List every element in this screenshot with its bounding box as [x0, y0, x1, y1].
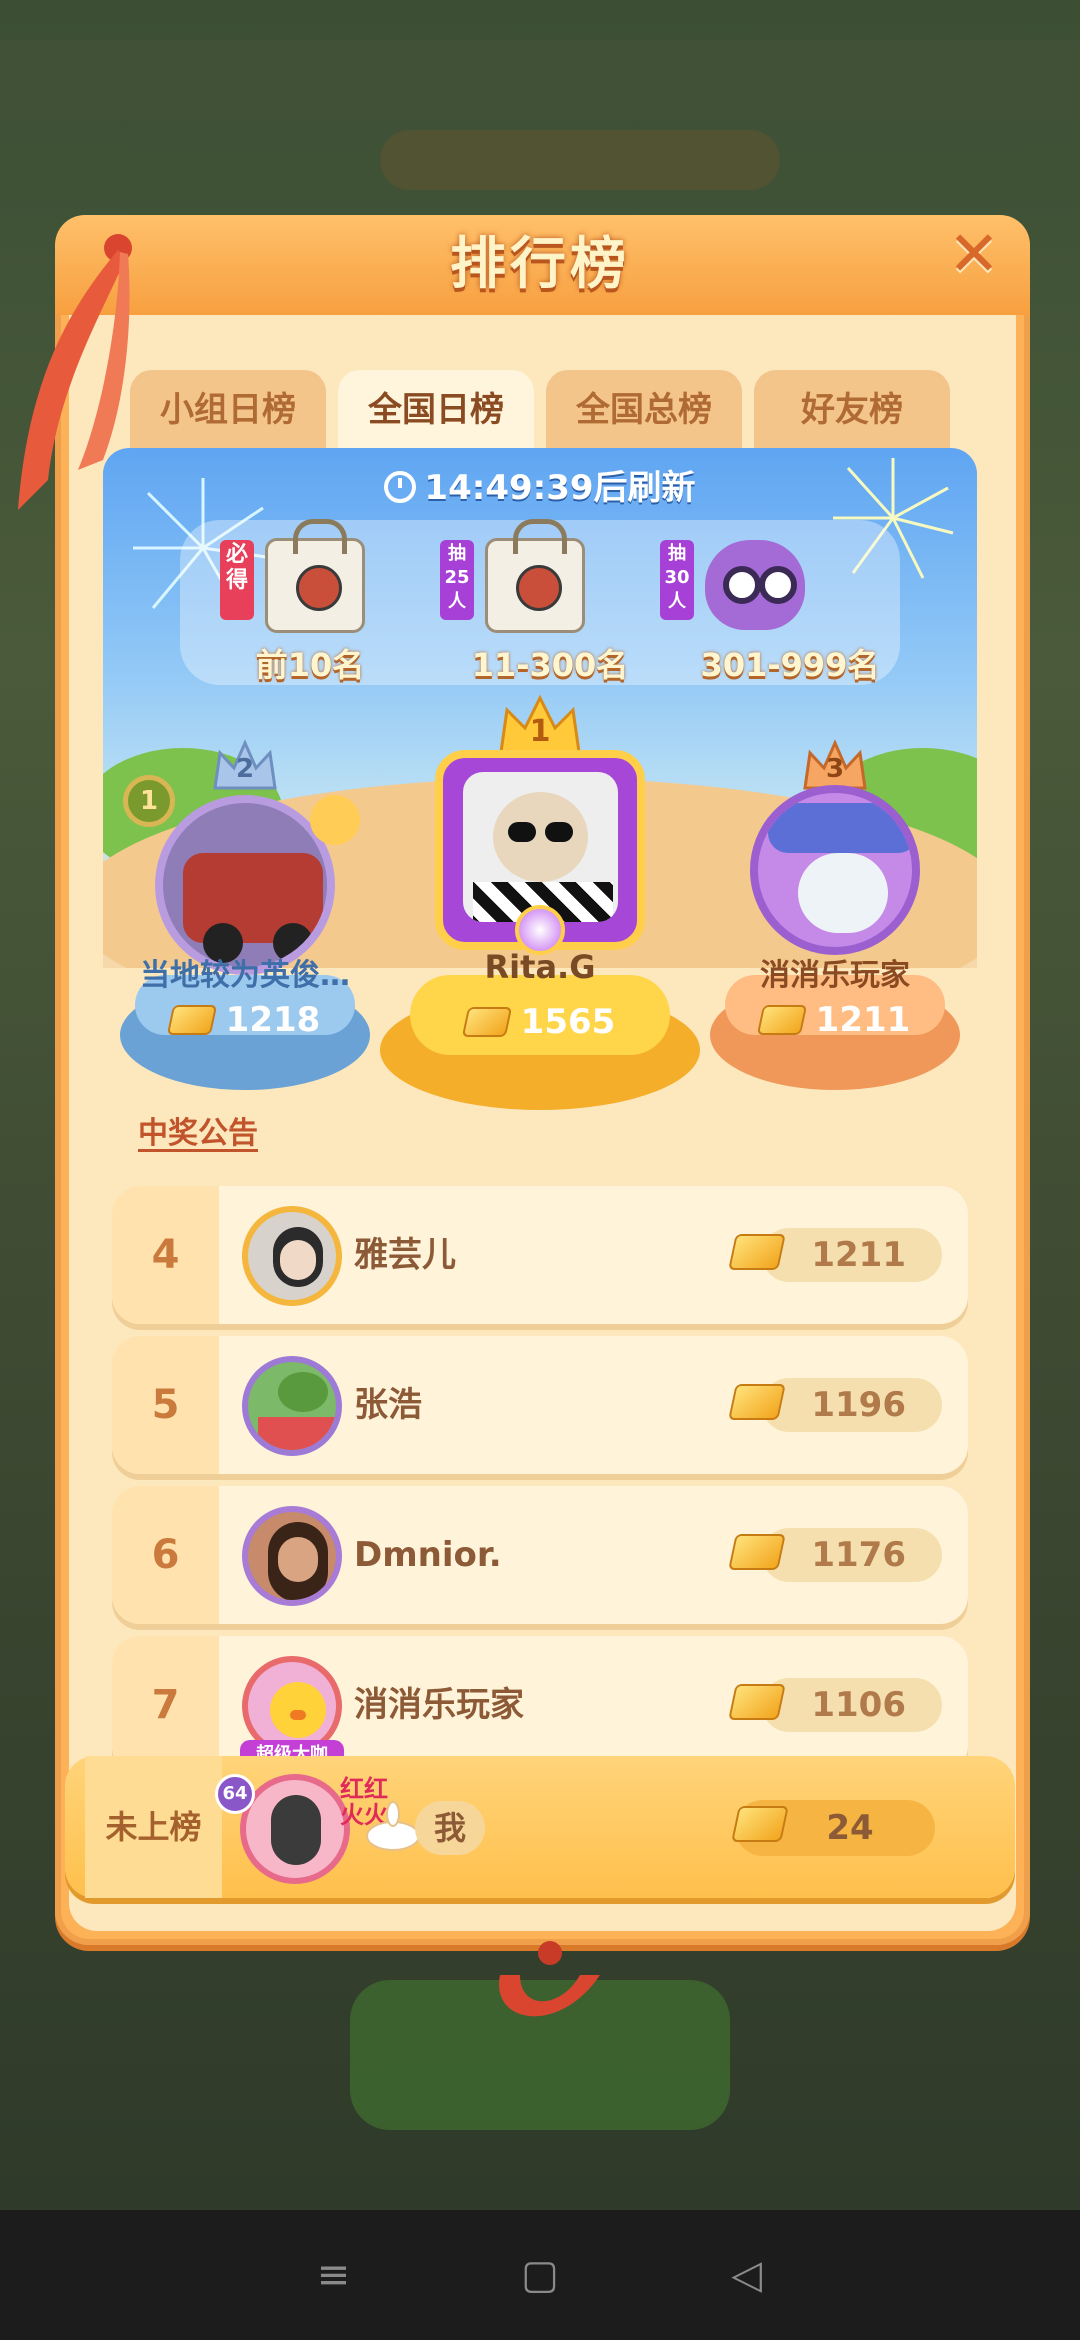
gold-bar-icon: [728, 1234, 786, 1270]
gold-bar-icon: [728, 1534, 786, 1570]
reward-tag: 必得: [220, 540, 254, 620]
sun-decoration-icon: [310, 795, 360, 845]
ribbon-knot-icon: [499, 1941, 600, 2017]
gold-bar-icon: [728, 1384, 786, 1420]
reward-label: 301-999名: [700, 646, 880, 684]
tab-friends[interactable]: 好友榜: [754, 370, 950, 450]
bunny-icon: [366, 1801, 420, 1851]
row-name: 消消乐玩家: [354, 1685, 524, 1725]
podium-score-value: 1218: [225, 1000, 321, 1040]
podium-rank: 1: [529, 714, 551, 749]
menu-icon[interactable]: ≡: [303, 2245, 363, 2305]
tab-national-daily[interactable]: 全国日榜: [338, 370, 534, 450]
owl-plush-icon: [705, 540, 805, 630]
row-score: 1196: [762, 1378, 942, 1432]
podium-score: 1218: [125, 1000, 365, 1040]
avatar: [750, 785, 920, 955]
podium-name: 消消乐玩家: [760, 958, 910, 993]
background-banner: [380, 130, 780, 190]
avatar: [240, 1774, 350, 1884]
reward-301-999[interactable]: 抽30人 301-999名: [660, 530, 880, 684]
row-rank: 7: [112, 1636, 219, 1774]
avatar: [242, 1206, 342, 1306]
reward-label: 11-300名: [471, 646, 629, 684]
podium-score-value: 1211: [815, 1000, 911, 1040]
gold-bar-icon: [461, 1007, 512, 1037]
podium-second[interactable]: 2 1 当地较为英俊… 1218: [115, 730, 375, 1110]
gold-bar-icon: [728, 1684, 786, 1720]
row-score: 1106: [762, 1678, 942, 1732]
gold-bar-icon: [166, 1005, 217, 1035]
podium-first[interactable]: 1 Rita.G 1565: [380, 690, 700, 1110]
timer-text: 14:49:39后刷新: [424, 468, 696, 508]
system-nav-bar: ≡ ▢ ◁: [0, 2210, 1080, 2340]
reward-top10[interactable]: 必得 前10名: [220, 519, 440, 684]
level-badge: 64: [215, 1774, 255, 1814]
podium-score: 1211: [715, 1000, 955, 1040]
list-item[interactable]: 5 张浩 1196: [112, 1336, 968, 1474]
my-rank-bar[interactable]: 未上榜 64 红红火火 我 24: [65, 1756, 1015, 1898]
podium-rank: 3: [825, 754, 845, 784]
podium-third[interactable]: 3 消消乐玩家 1211: [705, 730, 965, 1110]
home-icon[interactable]: ▢: [510, 2245, 570, 2305]
back-icon[interactable]: ◁: [717, 2245, 777, 2305]
tab-bar: 小组日榜 全国日榜 全国总榜 好友榜: [130, 370, 950, 450]
podium-score: 1565: [410, 1002, 670, 1042]
tab-national-total[interactable]: 全国总榜: [546, 370, 742, 450]
page-title: 排行榜: [450, 232, 630, 297]
winner-announcement-link[interactable]: 中奖公告: [138, 1108, 268, 1152]
my-name: 我: [415, 1801, 485, 1855]
podium-name: 当地较为英俊…: [140, 958, 350, 993]
my-rank-status: 未上榜: [85, 1756, 222, 1898]
avatar: [242, 1506, 342, 1606]
reward-tag: 抽30人: [660, 540, 694, 620]
row-name: 雅芸儿: [354, 1235, 456, 1275]
reward-tag: 抽25人: [440, 540, 474, 620]
bag-icon: [265, 519, 365, 633]
reward-11-300[interactable]: 抽25人 11-300名: [440, 519, 660, 684]
podium-score-value: 1565: [520, 1002, 616, 1042]
row-rank: 6: [112, 1486, 219, 1624]
level-badge: 1: [123, 775, 175, 827]
gold-bar-icon: [756, 1005, 807, 1035]
podium-rank: 2: [235, 754, 255, 784]
row-name: Dmnior.: [354, 1535, 502, 1575]
bag-icon: [485, 519, 585, 633]
gold-bar-icon: [731, 1806, 789, 1842]
podium-name: Rita.G: [484, 948, 596, 986]
row-rank: 4: [112, 1186, 219, 1324]
close-button[interactable]: ✕: [940, 222, 1008, 290]
reward-label: 前10名: [255, 646, 365, 684]
clock-icon: [384, 471, 417, 503]
row-name: 张浩: [354, 1385, 422, 1425]
list-item[interactable]: 6 Dmnior. 1176: [112, 1486, 968, 1624]
avatar: [242, 1356, 342, 1456]
refresh-timer: 14:49:39后刷新: [330, 460, 750, 516]
avatar: [155, 795, 335, 975]
row-score: 1176: [762, 1528, 942, 1582]
row-rank: 5: [112, 1336, 219, 1474]
list-item[interactable]: 4 雅芸儿 1211: [112, 1186, 968, 1324]
avatar: [463, 772, 618, 922]
background-top-strip: [0, 40, 1080, 120]
list-item[interactable]: 7 超级大咖 消消乐玩家 1106: [112, 1636, 968, 1774]
tab-group-daily[interactable]: 小组日榜: [130, 370, 326, 450]
row-score: 1211: [762, 1228, 942, 1282]
